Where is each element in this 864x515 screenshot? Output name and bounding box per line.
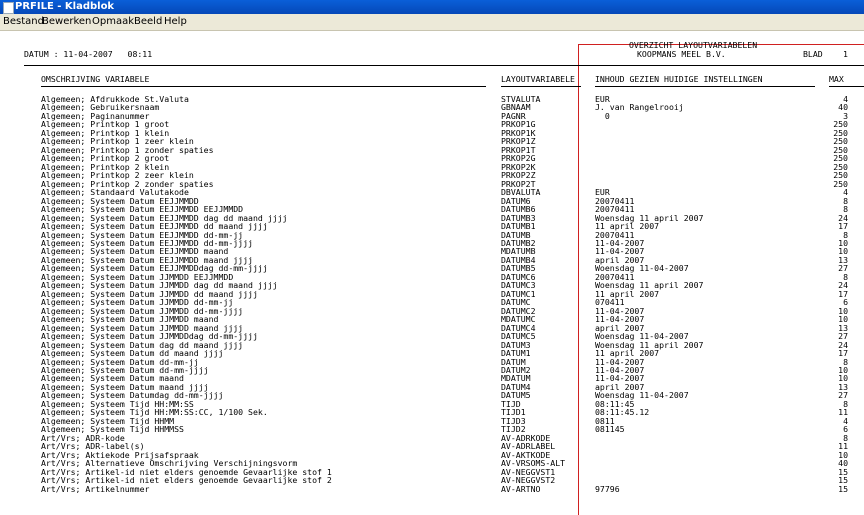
variable-max-length: 10 [838,314,848,325]
variable-description: Art/Vrs; Artikel-id niet elders genoemde… [41,475,332,486]
variable-description: Algemeen; Systeem Datum JJMMDDdag dd-mm-… [41,331,258,342]
menu-bestand[interactable]: Bestand [3,14,44,30]
variable-description: Art/Vrs; Artikelnummer [41,483,150,494]
notepad-icon [3,2,14,14]
report-title: OVERZICHT LAYOUTVARIABELEN [629,40,758,50]
variable-max-length: 17 [838,221,848,232]
variable-content: 11 april 2007 [595,348,660,359]
menu-bar: Bestand Bewerken Opmaak Beeld Help [0,14,864,31]
variable-max-length: 27 [838,331,848,342]
report-date-line: DATUM : 11-04-2007 08:11 [24,49,153,59]
variable-code: DATUM1 [501,348,531,359]
header-underline-inhoud [595,86,815,87]
report-company: KOOPMANS MEEL B.V. [637,49,726,59]
window-title: PRFILE - Kladblok [15,1,115,12]
menu-beeld[interactable]: Beeld [134,14,162,30]
variable-max-length: 15 [838,475,848,486]
menu-help[interactable]: Help [164,14,187,30]
variable-code: DATUMB1 [501,221,536,232]
text-editor-area[interactable]: OVERZICHT LAYOUTVARIABELEN DATUM : 11-04… [0,31,864,515]
header-underline-max [829,86,864,87]
variable-max-length: 17 [838,348,848,359]
variable-max-length: 4 [843,187,848,198]
variable-content: 11-04-2007 [595,314,645,325]
window-title-bar[interactable]: PRFILE - Kladblok [0,0,864,14]
variable-max-length: 15 [838,483,848,494]
variable-content: 97796 [595,483,620,494]
variable-description: Algemeen; Systeem Datum EEJJMMDD dd maan… [41,221,268,232]
header-separator-top [24,65,864,66]
variable-max-length: 40 [838,458,848,469]
variable-description: Algemeen; Standaard Valutakode [41,187,189,198]
header-underline-omschrijving [41,86,486,87]
variable-code: DBVALUTA [501,187,541,198]
header-inhoud: INHOUD GEZIEN HUIDIGE INSTELLINGEN [595,74,763,84]
header-underline-layoutvariabele [501,86,581,87]
menu-opmaak[interactable]: Opmaak [92,14,134,30]
variable-content: 081145 [595,424,625,435]
variable-content: 0 [595,110,610,121]
variable-description: Algemeen; Systeem Datum EEJJMMDD EEJJMMD… [41,204,244,215]
header-omschrijving: OMSCHRIJVING VARIABELE [41,74,150,84]
page-label: BLAD [803,49,823,59]
variable-max-length: 8 [843,204,848,215]
header-max: MAX [829,74,844,84]
variable-code: DATUMB6 [501,204,536,215]
variable-code: MDATUMC [501,314,536,325]
variable-content: Woensdag 11-04-2007 [595,331,689,342]
variable-code: AV-NEGGVST2 [501,475,556,486]
variable-description: Algemeen; Systeem Datum dd maand jjjj [41,348,224,359]
header-layoutvariabele: LAYOUTVARIABELE [501,74,575,84]
variable-code: AV-ARTNO [501,483,541,494]
variable-code: DATUMC5 [501,331,536,342]
variable-content: 20070411 [595,204,635,215]
variable-code: AV-VRSOMS-ALT [501,458,566,469]
page-number: 1 [843,49,848,59]
variable-description: Art/Vrs; Alternatieve Omschrijving Versc… [41,458,298,469]
variable-description: Algemeen; Systeem Datum JJMMDD maand [41,314,219,325]
variable-content: 11 april 2007 [595,221,660,232]
menu-bewerken[interactable]: Bewerken [42,14,91,30]
variable-content: EUR [595,187,610,198]
